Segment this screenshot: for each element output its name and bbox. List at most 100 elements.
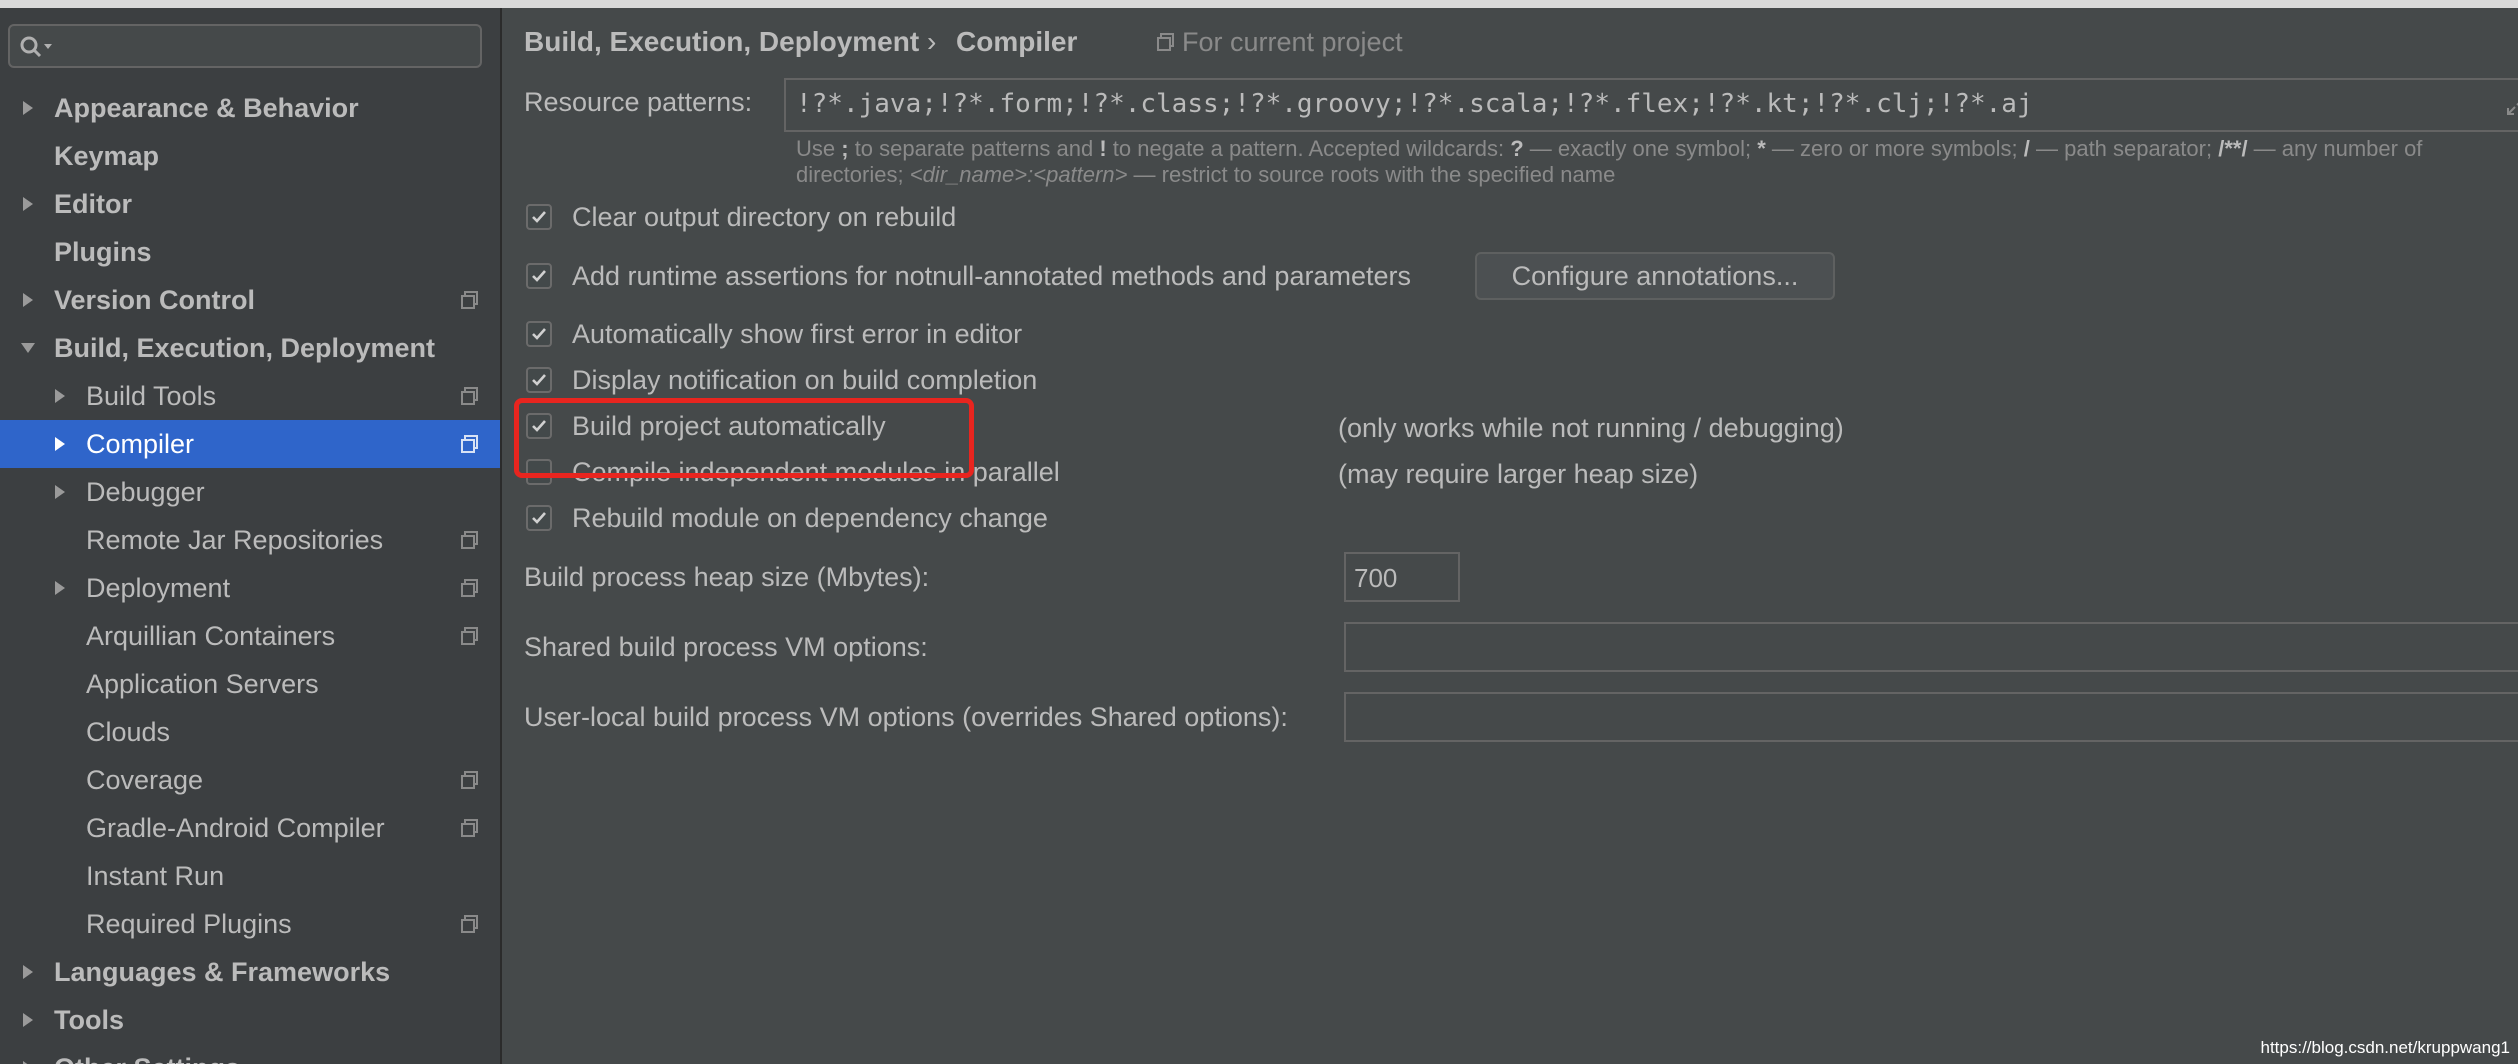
expand-icon[interactable] bbox=[2504, 94, 2518, 118]
sidebar-item-label: Remote Jar Repositories bbox=[86, 524, 384, 555]
checkmark-icon bbox=[532, 211, 546, 223]
sidebar-item-label: Gradle-Android Compiler bbox=[86, 812, 385, 843]
checkmark-icon bbox=[532, 374, 546, 386]
sidebar-item-coverage[interactable]: Coverage bbox=[0, 756, 500, 804]
runtime-assertions-checkbox[interactable] bbox=[526, 263, 552, 289]
search-icon bbox=[20, 36, 52, 58]
sidebar-item-instant-run[interactable]: Instant Run bbox=[0, 852, 500, 900]
sidebar-item-label: Debugger bbox=[86, 476, 205, 507]
sidebar-item-label: Deployment bbox=[86, 572, 231, 603]
rebuild-on-dependency-checkbox[interactable] bbox=[526, 505, 552, 531]
show-first-error-checkbox[interactable] bbox=[526, 321, 552, 347]
shared-vm-options-label: Shared build process VM options: bbox=[524, 632, 928, 662]
watermark: https://blog.csdn.net/kruppwang1 bbox=[2260, 1038, 2511, 1057]
shared-vm-options-field[interactable] bbox=[1344, 622, 2518, 672]
breadcrumb-current: Compiler bbox=[956, 26, 1078, 57]
show-first-error-label[interactable]: Automatically show first error in editor bbox=[572, 319, 1022, 350]
collapsed-arrow-icon[interactable] bbox=[18, 290, 38, 310]
project-scope-icon bbox=[460, 770, 480, 790]
resource-patterns-field[interactable]: !?*.java;!?*.form;!?*.class;!?*.groovy;!… bbox=[784, 78, 2518, 132]
sidebar-item-label: Editor bbox=[54, 188, 132, 219]
clear-output-label[interactable]: Clear output directory on rebuild bbox=[572, 202, 956, 233]
sidebar-item-label: Build Tools bbox=[86, 380, 217, 411]
sidebar-item-label: Tools bbox=[54, 1004, 124, 1035]
project-scope-icon bbox=[460, 530, 480, 550]
compile-parallel-note: (may require larger heap size) bbox=[1338, 459, 1699, 489]
sidebar-item-label: Coverage bbox=[86, 764, 204, 795]
display-notification-checkbox[interactable] bbox=[526, 367, 552, 393]
collapsed-arrow-icon[interactable] bbox=[18, 1058, 38, 1064]
project-scope-icon bbox=[460, 434, 480, 454]
compiler-settings-panel: Build, Execution, Deployment › Compiler … bbox=[502, 8, 2518, 1064]
project-scope-icon bbox=[460, 290, 480, 310]
sidebar-item-label: Version Control bbox=[54, 284, 256, 315]
search-field[interactable] bbox=[8, 24, 482, 68]
sidebar-item-label: Required Plugins bbox=[86, 908, 292, 939]
collapsed-arrow-icon[interactable] bbox=[18, 1010, 38, 1030]
breadcrumb-parent[interactable]: Build, Execution, Deployment bbox=[524, 26, 919, 58]
sidebar-item-keymap[interactable]: Keymap bbox=[0, 132, 500, 180]
user-vm-options-label: User-local build process VM options (ove… bbox=[524, 702, 1288, 732]
heap-size-field[interactable]: 700 bbox=[1344, 552, 1460, 602]
project-scope-icon bbox=[460, 578, 480, 598]
sidebar-item-label: Clouds bbox=[86, 716, 171, 747]
collapsed-arrow-icon[interactable] bbox=[50, 386, 70, 406]
expanded-arrow-icon[interactable] bbox=[18, 338, 38, 358]
checkmark-icon bbox=[532, 512, 546, 524]
sidebar-item-label: Instant Run bbox=[86, 860, 225, 891]
sidebar-item-clouds[interactable]: Clouds bbox=[0, 708, 500, 756]
resource-patterns-value: !?*.java;!?*.form;!?*.class;!?*.groovy;!… bbox=[796, 89, 2033, 119]
build-automatically-note: (only works while not running / debuggin… bbox=[1338, 413, 1844, 443]
sidebar-item-compiler[interactable]: Compiler bbox=[0, 420, 500, 468]
resource-patterns-label: Resource patterns: bbox=[524, 87, 753, 117]
sidebar-item-application-servers[interactable]: Application Servers bbox=[0, 660, 500, 708]
user-vm-options-field[interactable] bbox=[1344, 692, 2518, 742]
display-notification-option[interactable]: Display notification on build completion bbox=[526, 360, 1037, 400]
search-input[interactable] bbox=[58, 30, 472, 64]
sidebar-item-build-execution-deployment[interactable]: Build, Execution, Deployment bbox=[0, 324, 500, 372]
highlight-annotation-box bbox=[514, 398, 974, 478]
sidebar-item-editor[interactable]: Editor bbox=[0, 180, 500, 228]
clear-output-checkbox[interactable] bbox=[526, 204, 552, 230]
sidebar-item-languages-frameworks[interactable]: Languages & Frameworks bbox=[0, 948, 500, 996]
sidebar-item-tools[interactable]: Tools bbox=[0, 996, 500, 1044]
sidebar-item-remote-jar-repositories[interactable]: Remote Jar Repositories bbox=[0, 516, 500, 564]
rebuild-on-dependency-label[interactable]: Rebuild module on dependency change bbox=[572, 503, 1048, 534]
runtime-assertions-option[interactable]: Add runtime assertions for notnull-annot… bbox=[526, 256, 1411, 296]
sidebar-item-label: Other Settings bbox=[54, 1053, 240, 1064]
collapsed-arrow-icon[interactable] bbox=[50, 578, 70, 598]
rebuild-on-dependency-option[interactable]: Rebuild module on dependency change bbox=[526, 498, 1048, 538]
clear-output-option[interactable]: Clear output directory on rebuild bbox=[526, 197, 956, 237]
resource-patterns-hint-line2: directories; <dir_name>:<pattern> — rest… bbox=[796, 162, 1616, 187]
sidebar-item-debugger[interactable]: Debugger bbox=[0, 468, 500, 516]
settings-sidebar: Appearance & Behavior Keymap Editor Plugins… bbox=[0, 8, 500, 1064]
sidebar-item-arquillian-containers[interactable]: Arquillian Containers bbox=[0, 612, 500, 660]
sidebar-item-label: Application Servers bbox=[86, 668, 319, 699]
runtime-assertions-label[interactable]: Add runtime assertions for notnull-annot… bbox=[572, 261, 1411, 292]
sidebar-item-deployment[interactable]: Deployment bbox=[0, 564, 500, 612]
sidebar-item-appearance-behavior[interactable]: Appearance & Behavior bbox=[0, 84, 500, 132]
sidebar-item-other-settings[interactable]: Other Settings bbox=[0, 1044, 500, 1064]
project-scope-icon bbox=[460, 914, 480, 934]
sidebar-item-gradle-android-compiler[interactable]: Gradle-Android Compiler bbox=[0, 804, 500, 852]
sidebar-item-required-plugins[interactable]: Required Plugins bbox=[0, 900, 500, 948]
display-notification-label[interactable]: Display notification on build completion bbox=[572, 365, 1037, 396]
sidebar-item-version-control[interactable]: Version Control bbox=[0, 276, 500, 324]
project-scope-icon bbox=[460, 818, 480, 838]
collapsed-arrow-icon[interactable] bbox=[18, 98, 38, 118]
configure-annotations-button[interactable]: Configure annotations... bbox=[1475, 252, 1835, 300]
sidebar-item-label: Build, Execution, Deployment bbox=[54, 332, 436, 363]
collapsed-arrow-icon[interactable] bbox=[18, 962, 38, 982]
scope-note: For current project bbox=[1182, 27, 1403, 57]
heap-size-value: 700 bbox=[1354, 563, 1398, 593]
sidebar-item-label: Arquillian Containers bbox=[86, 620, 336, 651]
collapsed-arrow-icon[interactable] bbox=[50, 482, 70, 502]
sidebar-item-label: Plugins bbox=[54, 236, 152, 267]
sidebar-item-build-tools[interactable]: Build Tools bbox=[0, 372, 500, 420]
show-first-error-option[interactable]: Automatically show first error in editor bbox=[526, 314, 1022, 354]
collapsed-arrow-icon[interactable] bbox=[50, 434, 70, 454]
resource-patterns-hint-line1: Use ; to separate patterns and ! to nega… bbox=[796, 136, 2423, 161]
collapsed-arrow-icon[interactable] bbox=[18, 194, 38, 214]
checkmark-icon bbox=[532, 328, 546, 340]
sidebar-item-plugins[interactable]: Plugins bbox=[0, 228, 500, 276]
